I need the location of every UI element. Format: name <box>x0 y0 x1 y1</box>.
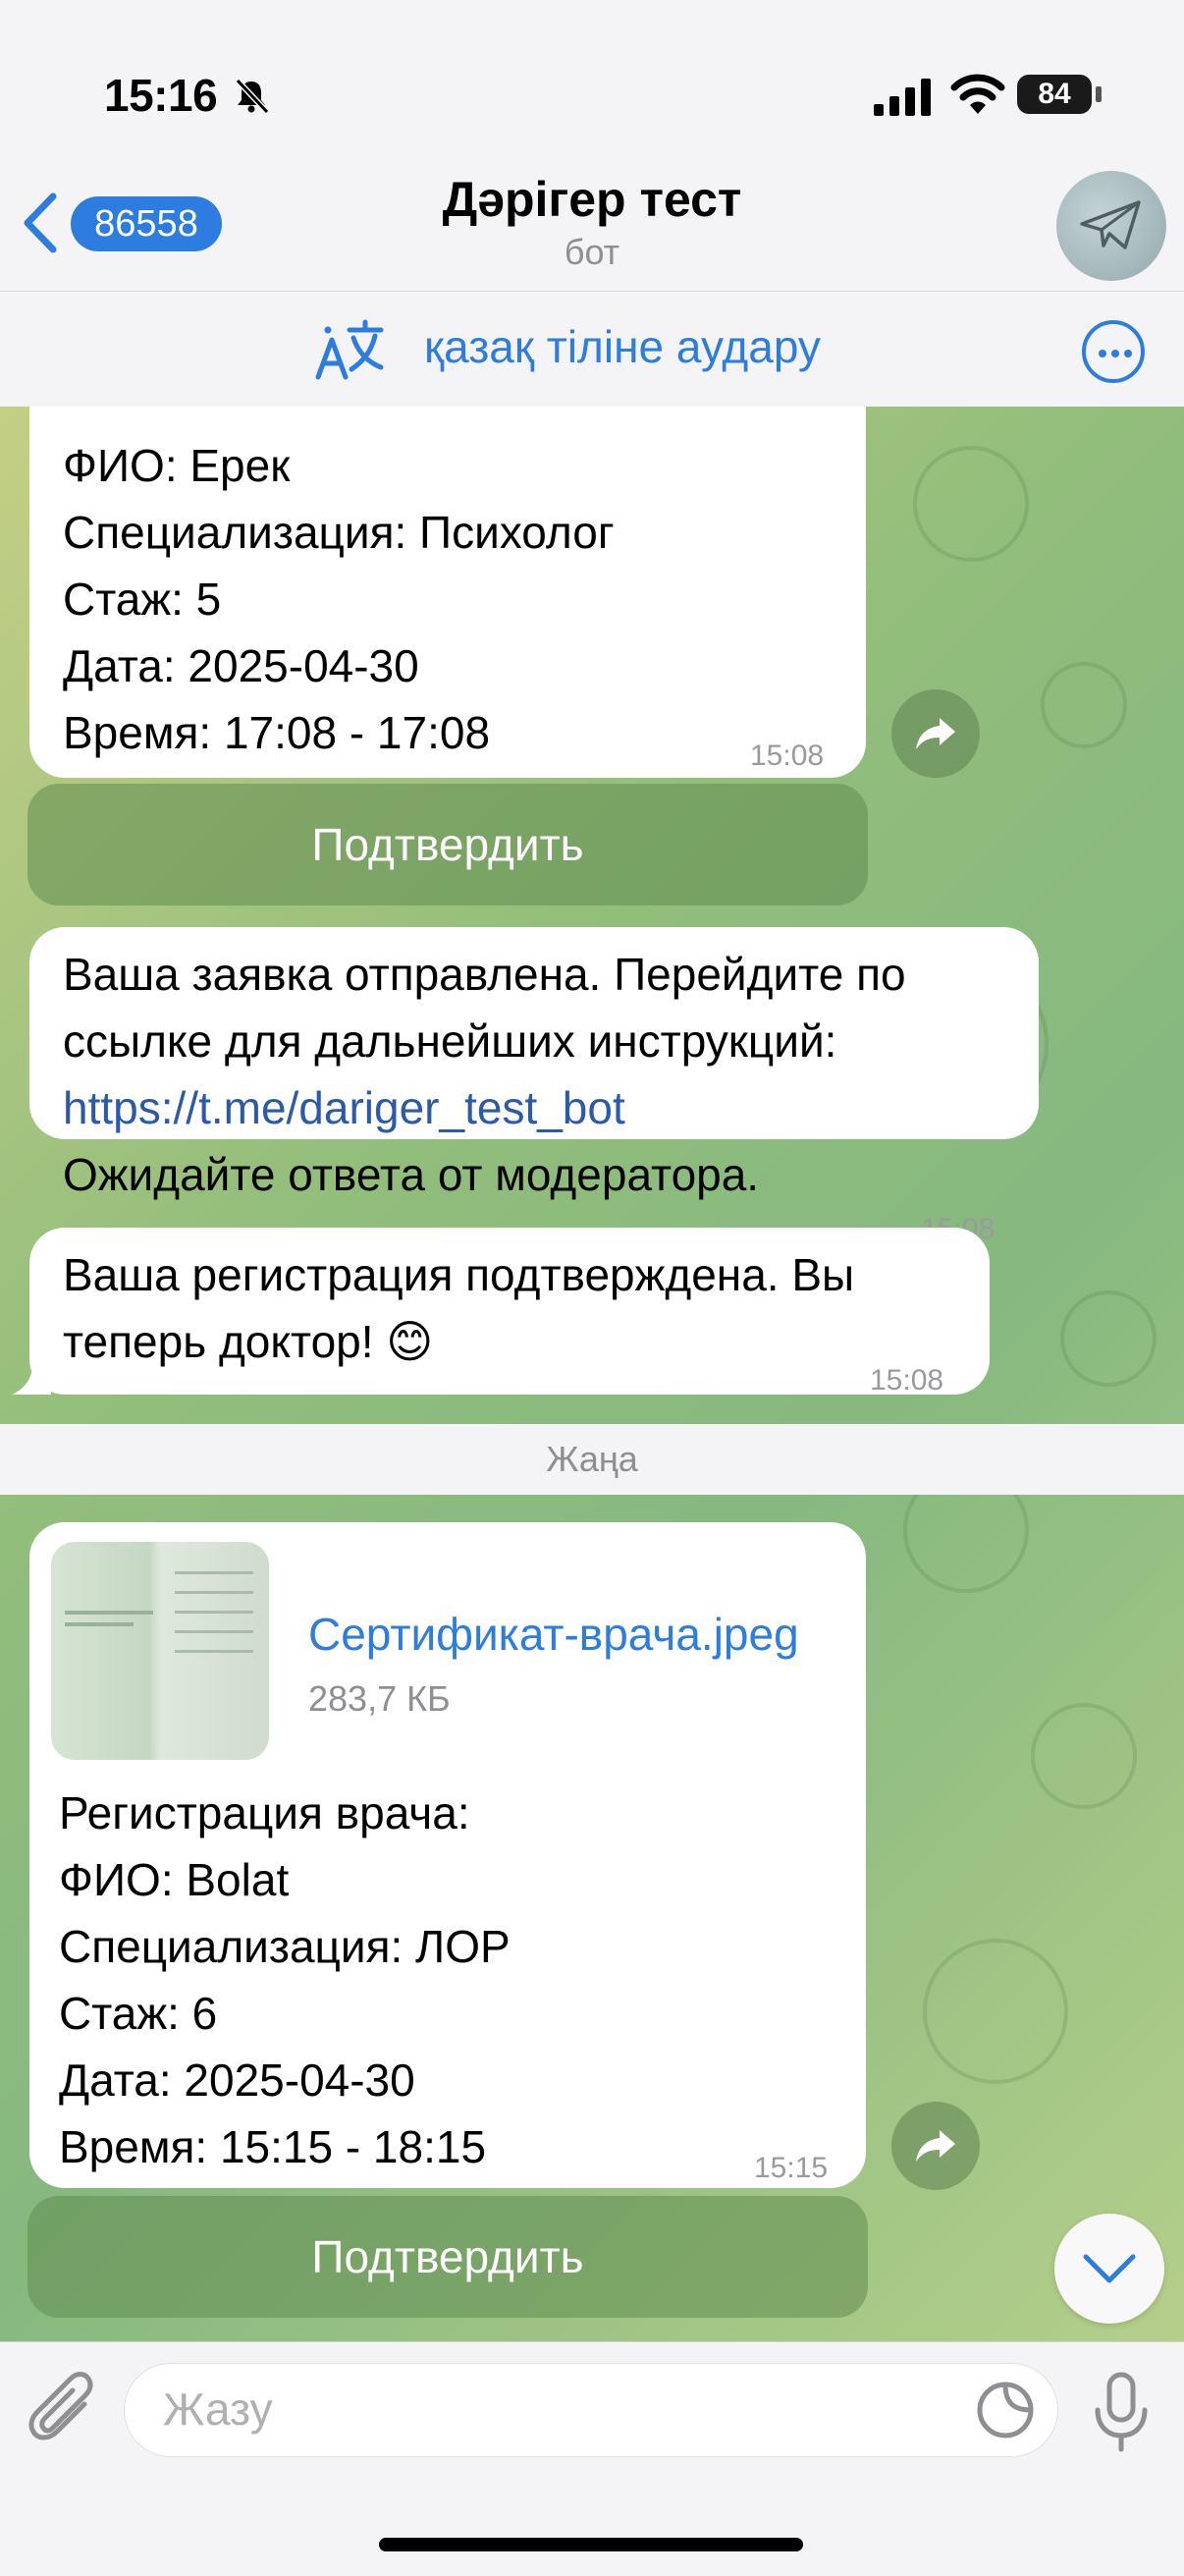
message-line: ФИО: Ерек <box>63 440 291 491</box>
message-time: 15:15 <box>754 2152 829 2184</box>
forward-button[interactable] <box>891 689 980 778</box>
message-line: Дата: 2025-04-30 <box>63 640 419 691</box>
background-doodle <box>913 446 1029 562</box>
more-icon-dot <box>1111 350 1119 357</box>
message-line: Ваша регистрация подтверждена. Вы <box>63 1249 855 1300</box>
confirm-button[interactable]: Подтвердить <box>27 784 868 905</box>
message-bubble[interactable]: Ваша регистрация подтверждена. Вы теперь… <box>29 1228 990 1397</box>
message-input-placeholder: Жазу <box>163 2384 273 2435</box>
message-line: Специализация: Психолог <box>63 507 615 558</box>
message-line: теперь доктор! 😊 <box>63 1316 434 1367</box>
bubble-tail <box>12 1359 51 1395</box>
message-line: Специализация: ЛОР <box>59 1921 511 1972</box>
battery-level: 84 <box>1017 75 1092 114</box>
microphone-icon[interactable] <box>1092 2371 1151 2453</box>
background-doodle <box>1060 1290 1157 1387</box>
chat-title[interactable]: Дәрігер тест <box>0 171 1184 228</box>
bot-link[interactable]: https://t.me/dariger_test_bot <box>63 1074 1005 1141</box>
message-line: Регистрация врача: <box>59 1787 470 1838</box>
message-line: ФИО: Bolat <box>59 1854 290 1905</box>
certificate-thumbnail[interactable] <box>51 1542 269 1760</box>
paper-plane-icon <box>1080 200 1141 249</box>
bell-slash-icon <box>235 78 270 115</box>
more-button[interactable] <box>1082 320 1145 383</box>
message-bubble[interactable]: ФИО: Ерек Специализация: Психолог Стаж: … <box>29 407 866 778</box>
wifi-icon <box>950 74 1005 114</box>
message-line: Время: 15:15 - 18:15 <box>59 2121 487 2172</box>
message-line: Время: 17:08 - 17:08 <box>63 707 491 758</box>
message-line: ссылке для дальнейших инструкций: <box>63 1015 837 1067</box>
message-line: Ваша заявка отправлена. Перейдите по <box>63 949 906 1000</box>
chat-area[interactable]: ФИО: Ерек Специализация: Психолог Стаж: … <box>0 407 1184 2341</box>
translate-icon <box>315 319 384 380</box>
message-time: 15:08 <box>750 740 825 772</box>
scroll-down-button[interactable] <box>1054 2214 1164 2324</box>
message-line: Стаж: 5 <box>63 574 222 625</box>
file-name[interactable]: Сертификат-врача.jpeg <box>308 1601 799 1668</box>
sticker-icon[interactable] <box>976 2381 1035 2439</box>
signal-icon <box>874 79 931 116</box>
status-time: 15:16 <box>104 70 218 121</box>
chevron-down-icon <box>1083 2254 1136 2283</box>
forward-button[interactable] <box>891 2102 980 2190</box>
home-indicator <box>379 2538 803 2551</box>
message-line: Стаж: 6 <box>59 1988 218 2039</box>
background-doodle <box>1031 1703 1137 1809</box>
forward-icon <box>916 718 955 749</box>
avatar[interactable] <box>1056 171 1166 281</box>
attachment-icon[interactable] <box>27 2369 98 2449</box>
more-icon <box>1099 350 1106 357</box>
file-size: 283,7 КБ <box>308 1678 451 1719</box>
forward-icon <box>916 2130 955 2162</box>
chat-subtitle: бот <box>564 232 620 272</box>
message-time: 15:08 <box>870 1364 944 1397</box>
new-messages-separator: Жаңа <box>0 1424 1184 1495</box>
background-doodle <box>923 1939 1068 2084</box>
message-bubble[interactable]: Ваша заявка отправлена. Перейдите по ссы… <box>29 927 1039 1245</box>
message-line: Дата: 2025-04-30 <box>59 2055 415 2106</box>
message-bubble[interactable]: Сертификат-врача.jpeg 283,7 КБ Регистрац… <box>29 1522 866 2188</box>
battery-icon: 84 <box>1017 75 1105 116</box>
confirm-button[interactable]: Подтвердить <box>27 2196 868 2318</box>
battery-cap <box>1096 86 1102 102</box>
message-line: Ожидайте ответа от модератора. <box>63 1149 760 1200</box>
background-doodle <box>1041 662 1127 748</box>
chat-header: 15:16 84 86558 Дәрігер тест бот <box>0 0 1184 291</box>
translate-label[interactable]: қазақ тіліне аудару <box>424 320 821 373</box>
more-icon-dot <box>1124 350 1132 357</box>
